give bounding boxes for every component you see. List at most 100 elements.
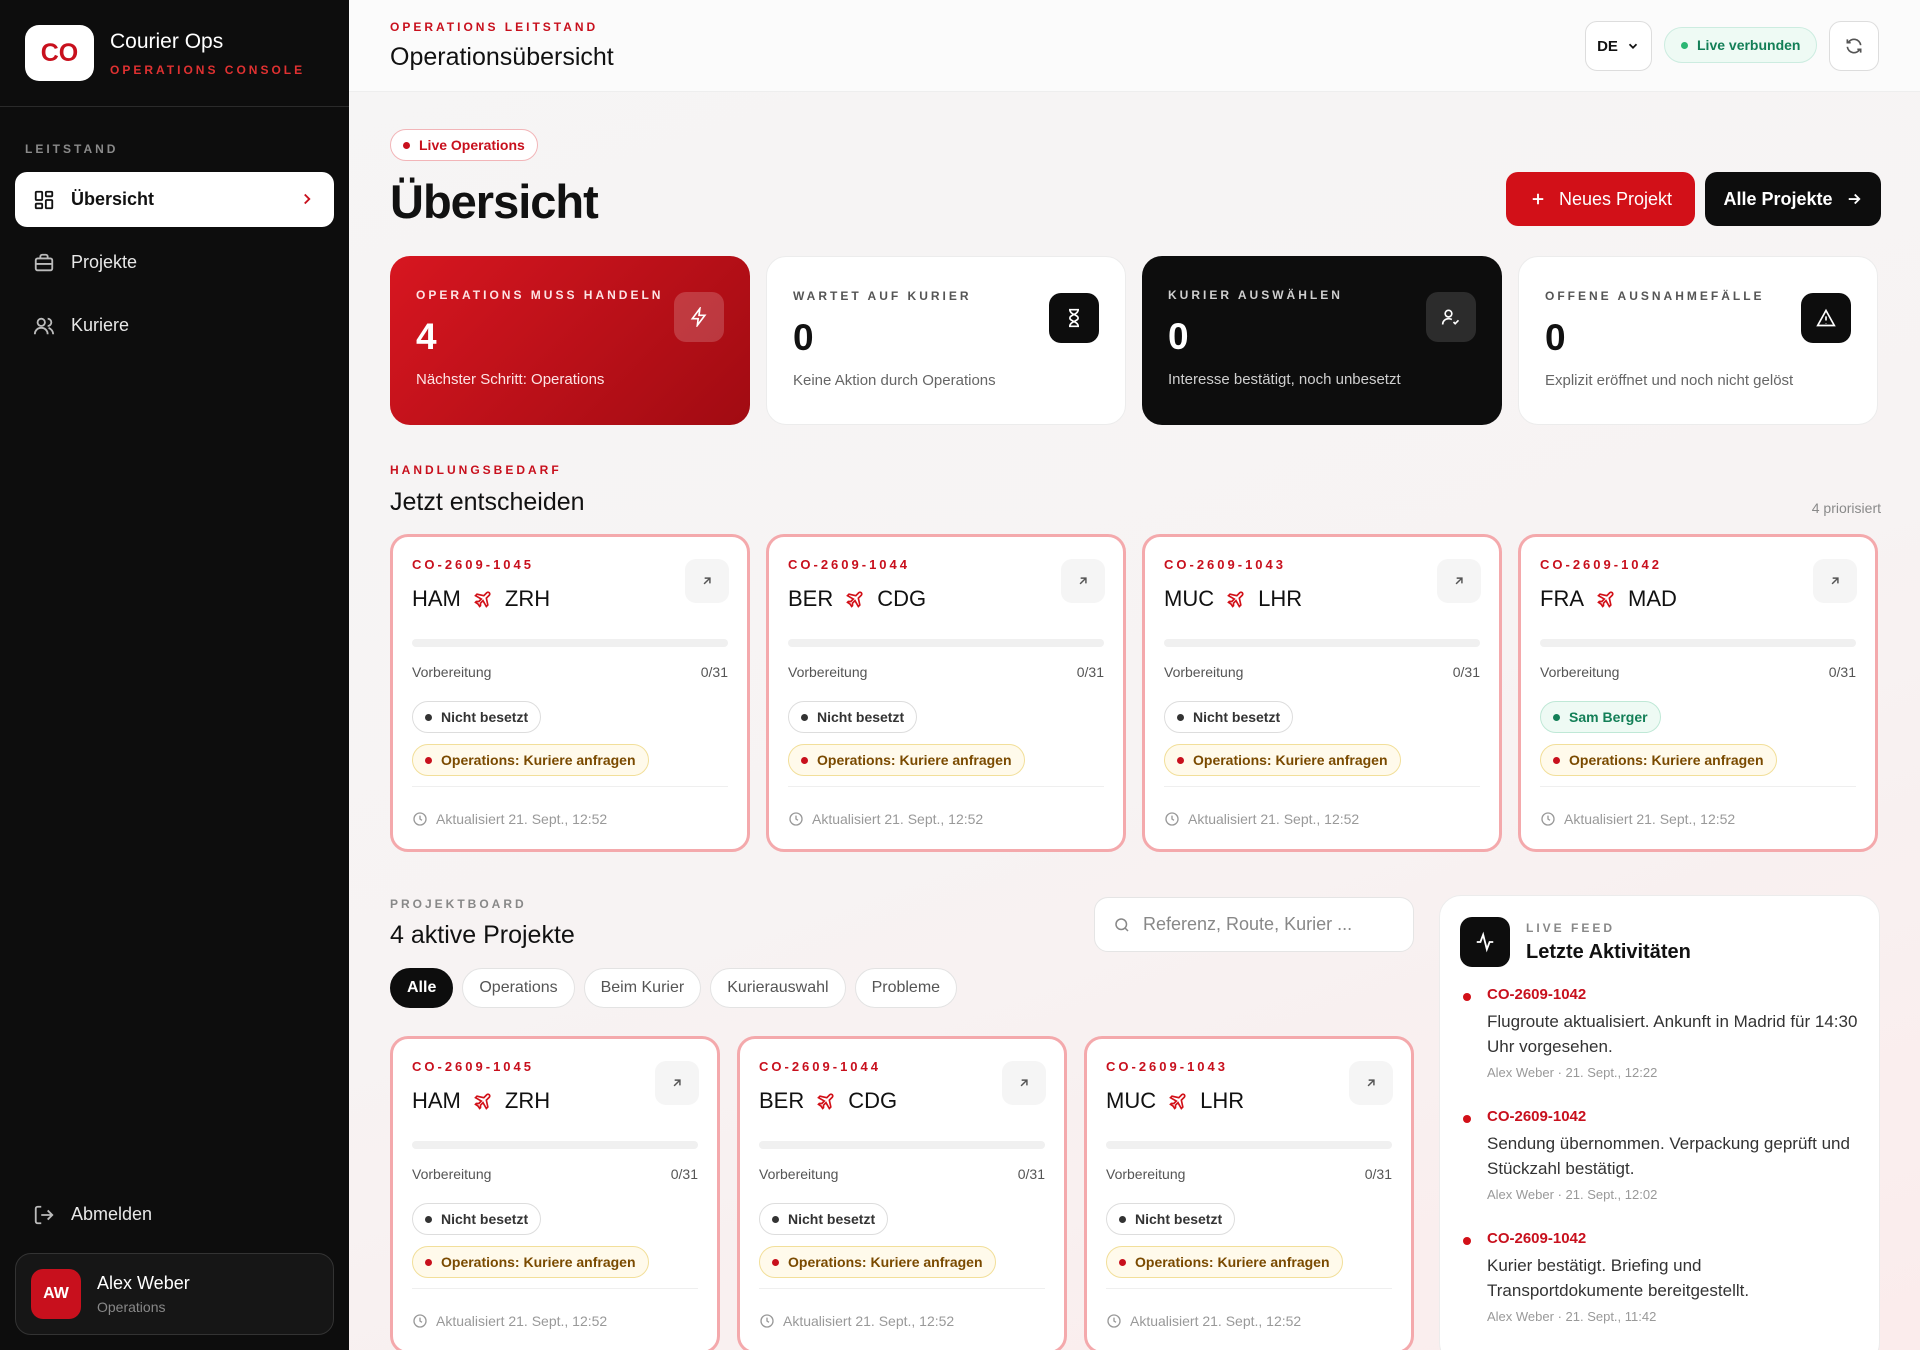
stat-card-operations[interactable]: OPERATIONS MUSS HANDELN 4 Nächster Schri… (390, 256, 750, 425)
project-ref: CO-2609-1042 (1540, 557, 1662, 572)
clock-icon (1165, 812, 1179, 826)
status-dot-icon (1177, 756, 1184, 764)
sidebar-item-kuriere[interactable]: Kuriere (15, 298, 334, 353)
bolt-icon (674, 292, 724, 342)
updated-info: Aktualisiert 21. Sept., 12:52 (1540, 811, 1735, 827)
assignee-label: Nicht besetzt (1135, 1211, 1223, 1227)
sidebar-item-projekte[interactable]: Projekte (15, 235, 334, 290)
plane-icon (473, 589, 493, 609)
live-operations-label: Live Operations (419, 137, 525, 153)
action-badge: Operations: Kuriere anfragen (412, 1246, 649, 1278)
updated-label: Aktualisiert 21. Sept., 12:52 (783, 1313, 955, 1329)
filter-chip-probleme[interactable]: Probleme (854, 968, 958, 1008)
project-card[interactable]: CO-2609-1044 BER CDG Vorbereitung 0/31 N… (766, 534, 1126, 852)
feed-item[interactable]: CO-2609-1042 Sendung übernommen. Verpack… (1460, 1108, 1859, 1202)
brand-logo[interactable]: CO (25, 25, 94, 81)
stat-card-exceptions[interactable]: OFFENE AUSNAHMEFÄLLE 0 Explizit eröffnet… (1518, 256, 1878, 425)
project-progress: 0/31 (1364, 1166, 1392, 1182)
plane-icon (845, 589, 865, 609)
overview-heading: Übersicht (390, 175, 599, 228)
project-stage: Vorbereitung (1540, 664, 1620, 680)
language-select[interactable]: DE (1585, 21, 1652, 71)
open-project-button[interactable] (1437, 559, 1481, 603)
board-project-card[interactable]: CO-2609-1044 BER CDG Vorbereitung 0/31 N… (737, 1036, 1067, 1350)
stat-subtitle: Keine Aktion durch Operations (793, 372, 996, 389)
action-label: Operations: Kuriere anfragen (788, 1254, 983, 1270)
project-route: HAM ZRH (412, 586, 728, 612)
open-project-button[interactable] (1349, 1061, 1393, 1105)
stat-subtitle: Interesse bestätigt, noch unbesetzt (1168, 371, 1401, 388)
action-badge: Operations: Kuriere anfragen (1164, 744, 1401, 776)
feed-text: Flugroute aktualisiert. Ankunft in Madri… (1487, 1012, 1858, 1056)
route-from: HAM (412, 1088, 461, 1113)
assignee-label: Nicht besetzt (1193, 709, 1281, 725)
board-project-card[interactable]: CO-2609-1045 HAM ZRH Vorbereitung 0/31 N… (390, 1036, 720, 1350)
assignee-badge: Sam Berger (1540, 701, 1661, 733)
user-card[interactable]: AW Alex Weber Operations (15, 1253, 334, 1335)
all-projects-button[interactable]: Alle Projekte (1705, 172, 1881, 226)
project-stage: Vorbereitung (1164, 664, 1244, 680)
board-project-card[interactable]: CO-2609-1043 MUC LHR Vorbereitung 0/31 N… (1084, 1036, 1414, 1350)
sidebar-nav: Übersicht Projekte Kuriere (0, 172, 349, 353)
plane-icon (1226, 589, 1246, 609)
project-route: FRA MAD (1540, 586, 1856, 612)
status-dot-icon (425, 713, 432, 721)
logout-button[interactable]: Abmelden (15, 1187, 335, 1242)
status-dot-icon (1681, 41, 1688, 49)
route-to: ZRH (504, 1088, 551, 1113)
project-progress: 0/31 (1452, 664, 1480, 680)
search-input[interactable]: Referenz, Route, Kurier ... (1094, 897, 1414, 952)
stat-subtitle: Explizit eröffnet und noch nicht gelöst (1545, 372, 1794, 389)
open-project-button[interactable] (655, 1061, 699, 1105)
updated-label: Aktualisiert 21. Sept., 12:52 (436, 811, 608, 827)
clock-icon (760, 1314, 774, 1328)
action-badge: Operations: Kuriere anfragen (1540, 744, 1777, 776)
action-label: Operations: Kuriere anfragen (1193, 752, 1388, 768)
filter-chip-alle[interactable]: Alle (390, 968, 454, 1008)
project-progress: 0/31 (700, 664, 728, 680)
refresh-icon (1844, 36, 1864, 56)
assignee-label: Nicht besetzt (817, 709, 905, 725)
status-dot-icon (801, 713, 808, 721)
updated-info: Aktualisiert 21. Sept., 12:52 (759, 1313, 954, 1329)
open-project-button[interactable] (1002, 1061, 1046, 1105)
new-project-button[interactable]: Neues Projekt (1506, 172, 1695, 226)
prioritized-count: 4 priorisiert (1811, 500, 1881, 516)
refresh-button[interactable] (1829, 21, 1879, 71)
filter-chip-operations[interactable]: Operations (462, 968, 575, 1008)
stat-subtitle: Nächster Schritt: Operations (416, 371, 605, 388)
status-dot-icon (1119, 1258, 1126, 1266)
divider (1106, 1288, 1392, 1289)
clock-icon (413, 812, 427, 826)
project-ref: CO-2609-1045 (412, 557, 534, 572)
project-card[interactable]: CO-2609-1045 HAM ZRH Vorbereitung 0/31 N… (390, 534, 750, 852)
route-to: LHR (1200, 1088, 1245, 1113)
divider (1164, 786, 1480, 787)
stat-card-select-courier[interactable]: KURIER AUSWÄHLEN 0 Interesse bestätigt, … (1142, 256, 1502, 425)
board-title: 4 aktive Projekte (390, 921, 575, 949)
filter-chip-beim-kurier[interactable]: Beim Kurier (583, 968, 702, 1008)
updated-label: Aktualisiert 21. Sept., 12:52 (1564, 811, 1736, 827)
feed-item[interactable]: CO-2609-1042 Kurier bestätigt. Briefing … (1460, 1230, 1859, 1324)
status-dot-icon (425, 1258, 432, 1266)
project-card[interactable]: CO-2609-1042 FRA MAD Vorbereitung 0/31 S… (1518, 534, 1878, 852)
project-card[interactable]: CO-2609-1043 MUC LHR Vorbereitung 0/31 N… (1142, 534, 1502, 852)
live-status-badge: Live verbunden (1664, 27, 1818, 63)
arrow-up-right-icon (1367, 1079, 1375, 1087)
search-icon (1113, 916, 1131, 934)
sidebar-item-uebersicht[interactable]: Übersicht (15, 172, 334, 227)
status-dot-icon (772, 1258, 779, 1266)
filter-chip-kurierauswahl[interactable]: Kurierauswahl (710, 968, 846, 1008)
divider (1540, 786, 1856, 787)
open-project-button[interactable] (685, 559, 729, 603)
stat-card-waiting[interactable]: WARTET AUF KURIER 0 Keine Aktion durch O… (766, 256, 1126, 425)
updated-info: Aktualisiert 21. Sept., 12:52 (412, 811, 607, 827)
route-from: HAM (412, 586, 461, 611)
route-to: ZRH (504, 586, 551, 611)
open-project-button[interactable] (1061, 559, 1105, 603)
status-dot-icon (1553, 713, 1560, 721)
divider (412, 1288, 698, 1289)
feed-item[interactable]: CO-2609-1042 Flugroute aktualisiert. Ank… (1460, 986, 1859, 1080)
open-project-button[interactable] (1813, 559, 1857, 603)
feed-list: CO-2609-1042 Flugroute aktualisiert. Ank… (1460, 986, 1859, 1324)
